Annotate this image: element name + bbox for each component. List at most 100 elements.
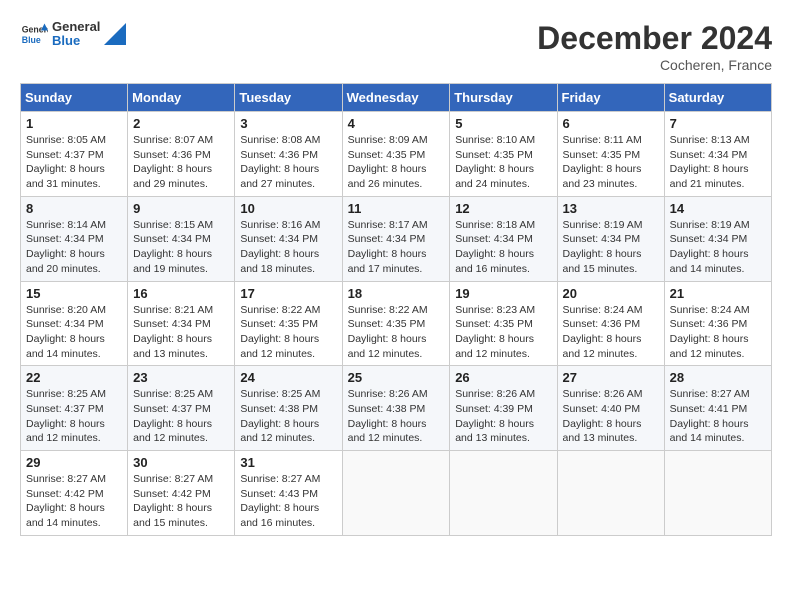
day-number: 15 (26, 286, 122, 301)
calendar-cell: 23 Sunrise: 8:25 AM Sunset: 4:37 PM Dayl… (128, 366, 235, 451)
cell-info: Sunrise: 8:21 AM Sunset: 4:34 PM Dayligh… (133, 303, 229, 362)
cell-info: Sunrise: 8:22 AM Sunset: 4:35 PM Dayligh… (240, 303, 336, 362)
calendar-cell: 16 Sunrise: 8:21 AM Sunset: 4:34 PM Dayl… (128, 281, 235, 366)
cell-info: Sunrise: 8:11 AM Sunset: 4:35 PM Dayligh… (563, 133, 659, 192)
day-number: 24 (240, 370, 336, 385)
cell-info: Sunrise: 8:13 AM Sunset: 4:34 PM Dayligh… (670, 133, 766, 192)
logo-general-text: General (52, 20, 100, 34)
cell-info: Sunrise: 8:18 AM Sunset: 4:34 PM Dayligh… (455, 218, 551, 277)
cell-info: Sunrise: 8:19 AM Sunset: 4:34 PM Dayligh… (670, 218, 766, 277)
calendar-cell (450, 451, 557, 536)
calendar-cell: 2 Sunrise: 8:07 AM Sunset: 4:36 PM Dayli… (128, 112, 235, 197)
calendar-cell (664, 451, 771, 536)
calendar-cell (557, 451, 664, 536)
day-number: 31 (240, 455, 336, 470)
month-title: December 2024 (537, 20, 772, 57)
calendar-cell: 25 Sunrise: 8:26 AM Sunset: 4:38 PM Dayl… (342, 366, 450, 451)
logo-icon: General Blue (20, 20, 48, 48)
calendar-cell: 29 Sunrise: 8:27 AM Sunset: 4:42 PM Dayl… (21, 451, 128, 536)
cell-info: Sunrise: 8:27 AM Sunset: 4:41 PM Dayligh… (670, 387, 766, 446)
calendar-cell: 26 Sunrise: 8:26 AM Sunset: 4:39 PM Dayl… (450, 366, 557, 451)
logo: General Blue General Blue (20, 20, 126, 49)
calendar-cell: 12 Sunrise: 8:18 AM Sunset: 4:34 PM Dayl… (450, 196, 557, 281)
day-number: 9 (133, 201, 229, 216)
cell-info: Sunrise: 8:22 AM Sunset: 4:35 PM Dayligh… (348, 303, 445, 362)
weekday-header-wednesday: Wednesday (342, 84, 450, 112)
day-number: 30 (133, 455, 229, 470)
cell-info: Sunrise: 8:10 AM Sunset: 4:35 PM Dayligh… (455, 133, 551, 192)
day-number: 17 (240, 286, 336, 301)
day-number: 8 (26, 201, 122, 216)
calendar-cell: 11 Sunrise: 8:17 AM Sunset: 4:34 PM Dayl… (342, 196, 450, 281)
cell-info: Sunrise: 8:20 AM Sunset: 4:34 PM Dayligh… (26, 303, 122, 362)
title-area: December 2024 Cocheren, France (537, 20, 772, 73)
cell-info: Sunrise: 8:27 AM Sunset: 4:43 PM Dayligh… (240, 472, 336, 531)
calendar-cell: 4 Sunrise: 8:09 AM Sunset: 4:35 PM Dayli… (342, 112, 450, 197)
cell-info: Sunrise: 8:05 AM Sunset: 4:37 PM Dayligh… (26, 133, 122, 192)
calendar-week-2: 8 Sunrise: 8:14 AM Sunset: 4:34 PM Dayli… (21, 196, 772, 281)
calendar-cell: 13 Sunrise: 8:19 AM Sunset: 4:34 PM Dayl… (557, 196, 664, 281)
calendar-week-4: 22 Sunrise: 8:25 AM Sunset: 4:37 PM Dayl… (21, 366, 772, 451)
calendar-cell: 10 Sunrise: 8:16 AM Sunset: 4:34 PM Dayl… (235, 196, 342, 281)
calendar-cell: 7 Sunrise: 8:13 AM Sunset: 4:34 PM Dayli… (664, 112, 771, 197)
day-number: 18 (348, 286, 445, 301)
cell-info: Sunrise: 8:26 AM Sunset: 4:40 PM Dayligh… (563, 387, 659, 446)
day-number: 5 (455, 116, 551, 131)
calendar-cell: 15 Sunrise: 8:20 AM Sunset: 4:34 PM Dayl… (21, 281, 128, 366)
calendar-cell: 24 Sunrise: 8:25 AM Sunset: 4:38 PM Dayl… (235, 366, 342, 451)
day-number: 21 (670, 286, 766, 301)
cell-info: Sunrise: 8:07 AM Sunset: 4:36 PM Dayligh… (133, 133, 229, 192)
calendar-cell: 18 Sunrise: 8:22 AM Sunset: 4:35 PM Dayl… (342, 281, 450, 366)
calendar-cell: 8 Sunrise: 8:14 AM Sunset: 4:34 PM Dayli… (21, 196, 128, 281)
cell-info: Sunrise: 8:27 AM Sunset: 4:42 PM Dayligh… (26, 472, 122, 531)
day-number: 20 (563, 286, 659, 301)
cell-info: Sunrise: 8:25 AM Sunset: 4:37 PM Dayligh… (133, 387, 229, 446)
day-number: 19 (455, 286, 551, 301)
day-number: 29 (26, 455, 122, 470)
calendar-cell: 6 Sunrise: 8:11 AM Sunset: 4:35 PM Dayli… (557, 112, 664, 197)
cell-info: Sunrise: 8:15 AM Sunset: 4:34 PM Dayligh… (133, 218, 229, 277)
weekday-header-sunday: Sunday (21, 84, 128, 112)
day-number: 25 (348, 370, 445, 385)
cell-info: Sunrise: 8:26 AM Sunset: 4:38 PM Dayligh… (348, 387, 445, 446)
cell-info: Sunrise: 8:09 AM Sunset: 4:35 PM Dayligh… (348, 133, 445, 192)
calendar-cell: 28 Sunrise: 8:27 AM Sunset: 4:41 PM Dayl… (664, 366, 771, 451)
day-number: 22 (26, 370, 122, 385)
calendar-table: SundayMondayTuesdayWednesdayThursdayFrid… (20, 83, 772, 536)
day-number: 4 (348, 116, 445, 131)
calendar-week-3: 15 Sunrise: 8:20 AM Sunset: 4:34 PM Dayl… (21, 281, 772, 366)
calendar-cell: 30 Sunrise: 8:27 AM Sunset: 4:42 PM Dayl… (128, 451, 235, 536)
day-number: 7 (670, 116, 766, 131)
day-number: 26 (455, 370, 551, 385)
cell-info: Sunrise: 8:26 AM Sunset: 4:39 PM Dayligh… (455, 387, 551, 446)
calendar-cell: 1 Sunrise: 8:05 AM Sunset: 4:37 PM Dayli… (21, 112, 128, 197)
day-number: 3 (240, 116, 336, 131)
weekday-header-row: SundayMondayTuesdayWednesdayThursdayFrid… (21, 84, 772, 112)
day-number: 6 (563, 116, 659, 131)
day-number: 2 (133, 116, 229, 131)
cell-info: Sunrise: 8:17 AM Sunset: 4:34 PM Dayligh… (348, 218, 445, 277)
cell-info: Sunrise: 8:24 AM Sunset: 4:36 PM Dayligh… (670, 303, 766, 362)
calendar-cell: 9 Sunrise: 8:15 AM Sunset: 4:34 PM Dayli… (128, 196, 235, 281)
location: Cocheren, France (537, 57, 772, 73)
logo-triangle-icon (104, 23, 126, 45)
calendar-cell: 5 Sunrise: 8:10 AM Sunset: 4:35 PM Dayli… (450, 112, 557, 197)
day-number: 27 (563, 370, 659, 385)
weekday-header-friday: Friday (557, 84, 664, 112)
weekday-header-saturday: Saturday (664, 84, 771, 112)
weekday-header-tuesday: Tuesday (235, 84, 342, 112)
cell-info: Sunrise: 8:23 AM Sunset: 4:35 PM Dayligh… (455, 303, 551, 362)
calendar-cell: 19 Sunrise: 8:23 AM Sunset: 4:35 PM Dayl… (450, 281, 557, 366)
day-number: 1 (26, 116, 122, 131)
calendar-week-5: 29 Sunrise: 8:27 AM Sunset: 4:42 PM Dayl… (21, 451, 772, 536)
calendar-cell: 20 Sunrise: 8:24 AM Sunset: 4:36 PM Dayl… (557, 281, 664, 366)
weekday-header-monday: Monday (128, 84, 235, 112)
weekday-header-thursday: Thursday (450, 84, 557, 112)
calendar-cell: 22 Sunrise: 8:25 AM Sunset: 4:37 PM Dayl… (21, 366, 128, 451)
calendar-cell (342, 451, 450, 536)
day-number: 23 (133, 370, 229, 385)
calendar-cell: 27 Sunrise: 8:26 AM Sunset: 4:40 PM Dayl… (557, 366, 664, 451)
cell-info: Sunrise: 8:25 AM Sunset: 4:38 PM Dayligh… (240, 387, 336, 446)
cell-info: Sunrise: 8:24 AM Sunset: 4:36 PM Dayligh… (563, 303, 659, 362)
day-number: 13 (563, 201, 659, 216)
